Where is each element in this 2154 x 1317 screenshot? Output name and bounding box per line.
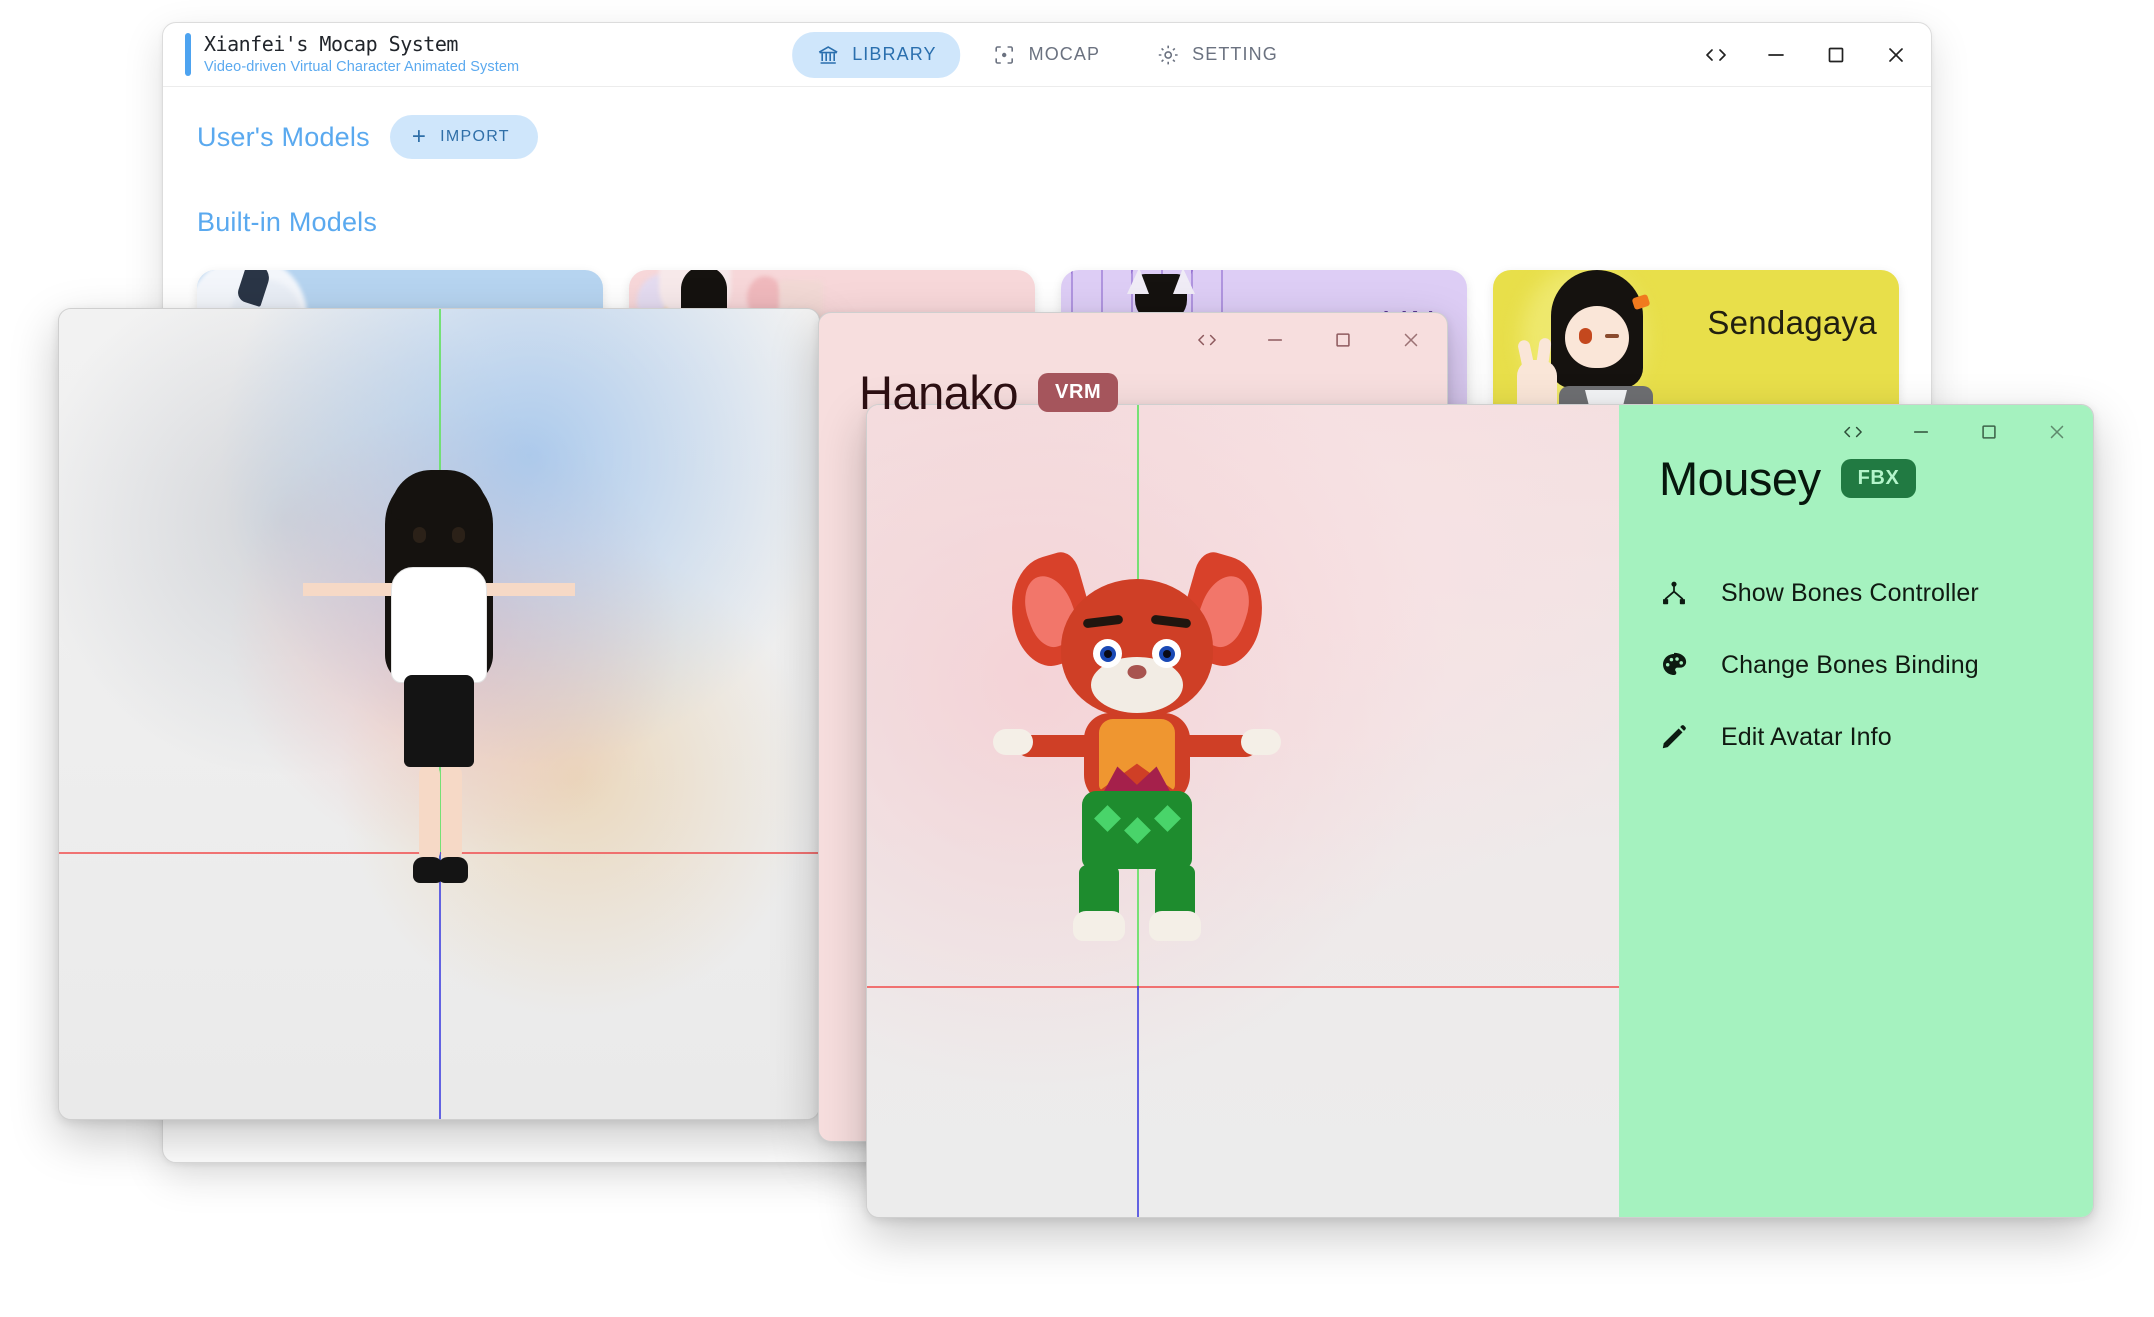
tab-setting[interactable]: SETTING <box>1132 32 1302 78</box>
app-title: Xianfei's Mocap System <box>204 31 458 56</box>
brand-accent-bar <box>185 32 191 77</box>
gear-icon <box>1156 43 1180 67</box>
maximize-icon[interactable] <box>1977 420 2001 444</box>
devtools-code-icon[interactable] <box>1195 328 1219 352</box>
axis-z-line <box>1136 985 1139 1217</box>
close-icon[interactable] <box>1883 42 1909 68</box>
main-titlebar: Xianfei's Mocap System Video-driven Virt… <box>163 23 1931 87</box>
bones-hierarchy-icon <box>1657 579 1691 607</box>
tab-library[interactable]: LIBRARY <box>792 31 961 78</box>
hanako-window-controls <box>819 313 1447 367</box>
mousey-side-panel: Mousey FBX Show Bones Controller Change … <box>1619 405 2093 1217</box>
model-format-badge: VRM <box>1038 373 1119 412</box>
minimize-icon[interactable] <box>1263 328 1287 352</box>
viewport-scene <box>59 309 819 1119</box>
axis-x-line <box>867 985 1619 988</box>
import-button-label: IMPORT <box>440 128 510 145</box>
viewport-scene <box>867 405 1619 1217</box>
mocap-focus-icon <box>993 43 1017 67</box>
model-card-name: Sendagaya <box>1707 304 1877 341</box>
plus-icon: + <box>411 123 428 150</box>
menu-item-show-bones-controller[interactable]: Show Bones Controller <box>1647 557 2073 629</box>
menu-item-label: Show Bones Controller <box>1721 578 1979 607</box>
library-bank-icon <box>816 43 840 67</box>
menu-item-change-bones-binding[interactable]: Change Bones Binding <box>1647 629 2073 701</box>
menu-item-label: Edit Avatar Info <box>1721 722 1892 751</box>
mousey-action-menu: Show Bones Controller Change Bones Bindi… <box>1647 557 2073 773</box>
close-icon[interactable] <box>2045 420 2069 444</box>
model-viewport-window-mousey: Mousey FBX Show Bones Controller Change … <box>866 404 2094 1218</box>
app-subtitle: Video-driven Virtual Character Animated … <box>204 58 520 75</box>
menu-item-label: Change Bones Binding <box>1721 650 1979 679</box>
devtools-code-icon[interactable] <box>1841 420 1865 444</box>
model-format-badge: FBX <box>1840 459 1917 498</box>
pencil-icon <box>1657 723 1691 751</box>
tab-mocap[interactable]: MOCAP <box>969 32 1125 78</box>
maximize-icon[interactable] <box>1823 42 1849 68</box>
app-brand: Xianfei's Mocap System Video-driven Virt… <box>185 31 520 77</box>
screen-root: Xianfei's Mocap System Video-driven Virt… <box>0 0 2154 1317</box>
minimize-icon[interactable] <box>1909 420 1933 444</box>
maximize-icon[interactable] <box>1331 328 1355 352</box>
avatar-model-mousey[interactable] <box>987 548 1287 953</box>
builtin-models-title: Built-in Models <box>197 207 378 237</box>
palette-icon <box>1657 651 1691 679</box>
hanako-heading: Hanako VRM <box>859 365 1119 420</box>
tab-library-label: LIBRARY <box>852 44 937 64</box>
minimize-icon[interactable] <box>1763 42 1789 68</box>
model-viewport-window-1 <box>58 308 820 1120</box>
mousey-heading: Mousey FBX <box>1659 451 1917 506</box>
model-title: Hanako <box>859 366 1019 419</box>
users-models-title: User's Models <box>197 121 370 152</box>
tab-setting-label: SETTING <box>1192 44 1278 64</box>
main-window-controls <box>1703 42 1909 68</box>
import-button[interactable]: + IMPORT <box>389 115 538 159</box>
devtools-code-icon[interactable] <box>1703 42 1729 68</box>
avatar-model-anime-girl[interactable] <box>279 470 599 895</box>
main-nav-tabs: LIBRARY MOCAP SETTING <box>792 31 1302 78</box>
close-icon[interactable] <box>1399 328 1423 352</box>
users-models-row: User's Models + IMPORT <box>197 115 1897 159</box>
model-title: Mousey <box>1659 452 1821 505</box>
menu-item-edit-avatar-info[interactable]: Edit Avatar Info <box>1647 701 2073 773</box>
tab-mocap-label: MOCAP <box>1028 44 1101 64</box>
